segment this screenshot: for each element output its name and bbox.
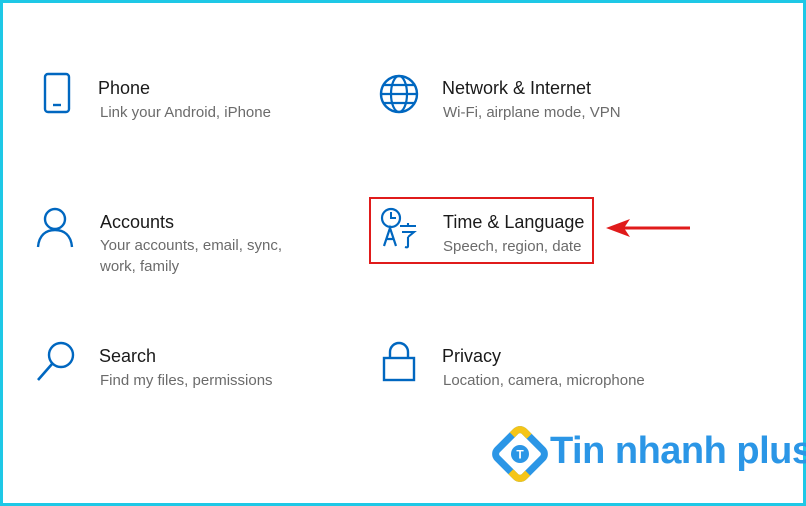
tile-title: Phone	[98, 78, 151, 98]
tile-description: Your accounts, email, sync, work, family	[100, 237, 283, 275]
brand-logo-letter: T	[516, 448, 524, 462]
settings-tile-network-internet[interactable]: Network & Internet Wi-Fi, airplane mode,…	[378, 72, 678, 132]
person-icon	[36, 206, 78, 252]
tile-description: Wi-Fi, airplane mode, VPN	[443, 104, 621, 121]
globe-icon	[378, 72, 420, 118]
tile-description: Location, camera, microphone	[443, 372, 645, 389]
settings-tile-phone[interactable]: Phone Link your Android, iPhone	[38, 72, 338, 132]
settings-tile-search[interactable]: Search Find my files, permissions	[36, 340, 336, 400]
phone-icon	[38, 72, 80, 118]
highlight-box	[369, 197, 594, 264]
tile-description: Link your Android, iPhone	[100, 104, 271, 121]
brand-logo-icon: T	[492, 426, 548, 487]
search-icon	[36, 340, 78, 386]
tile-title: Network & Internet	[442, 78, 592, 98]
brand-watermark-text: Tin nhanh plus	[550, 430, 806, 472]
tile-title: Search	[99, 346, 157, 366]
settings-tile-privacy[interactable]: Privacy Location, camera, microphone	[380, 340, 680, 400]
settings-tile-accounts[interactable]: Accounts Your accounts, email, sync, wor…	[36, 206, 336, 286]
tile-description: Find my files, permissions	[100, 372, 273, 389]
arrow-icon	[604, 217, 694, 244]
tile-title: Privacy	[442, 346, 502, 366]
lock-icon	[380, 340, 422, 386]
tile-title: Accounts	[100, 212, 175, 232]
